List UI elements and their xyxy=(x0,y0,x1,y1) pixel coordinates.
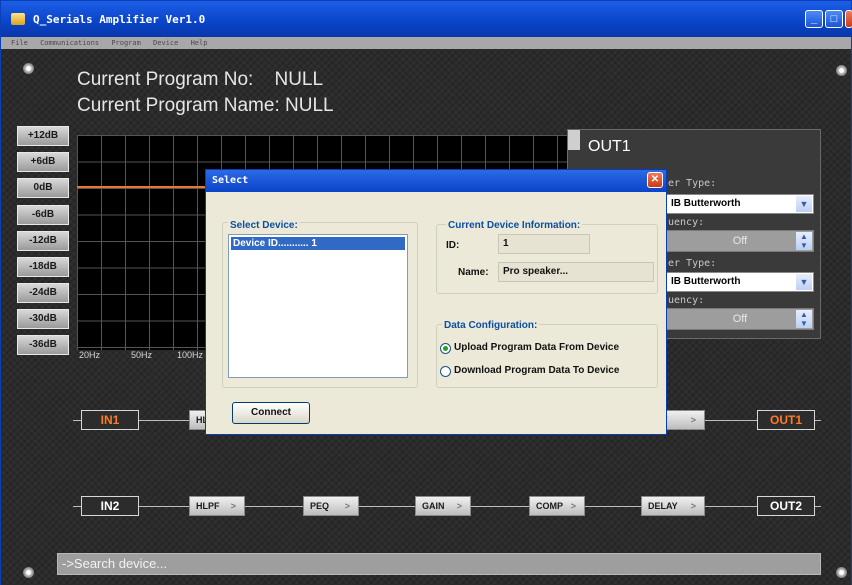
connect-button[interactable]: Connect xyxy=(232,402,310,424)
input-2-button[interactable]: IN2 xyxy=(81,496,139,516)
output-2-button[interactable]: OUT2 xyxy=(757,496,815,516)
menu-communications[interactable]: Communications xyxy=(40,39,99,47)
spinner-icon[interactable]: ▲ ▼ xyxy=(796,232,812,250)
db-button-0[interactable]: 0dB xyxy=(17,178,69,198)
arrow-icon: > xyxy=(690,501,696,511)
download-label[interactable]: Download Program Data To Device xyxy=(454,365,619,376)
spinner-icon[interactable]: ▲ ▼ xyxy=(796,310,812,328)
freq-label: 100Hz xyxy=(177,350,204,360)
id-field: 1 xyxy=(498,234,590,254)
select-dialog: Select ✕ Select Device: Device ID.......… xyxy=(205,169,667,435)
menu-file[interactable]: File xyxy=(11,39,28,47)
app-icon xyxy=(11,13,25,25)
arrow-icon: > xyxy=(570,501,576,511)
device-info-label: Current Device Information: xyxy=(446,220,583,231)
dialog-close-icon[interactable]: ✕ xyxy=(647,172,663,188)
program-name: Current Program Name: NULL xyxy=(77,95,334,116)
name-field: Pro speaker... xyxy=(498,262,654,282)
db-button-minus24[interactable]: -24dB xyxy=(17,283,69,303)
arrow-icon: > xyxy=(690,415,696,425)
id-label: ID: xyxy=(446,240,460,251)
chevron-down-icon[interactable]: ▼ xyxy=(796,196,812,212)
data-config-group xyxy=(436,324,658,388)
frequency-input[interactable]: Off ▲ ▼ xyxy=(666,230,814,252)
close-button[interactable] xyxy=(845,10,852,28)
maximize-button[interactable]: □ xyxy=(825,10,843,28)
db-button-minus18[interactable]: -18dB xyxy=(17,257,69,277)
menu-program[interactable]: Program xyxy=(111,39,141,47)
data-config-label: Data Configuration: xyxy=(442,320,540,331)
db-button-plus12[interactable]: +12dB xyxy=(17,126,69,146)
upload-radio[interactable] xyxy=(440,343,451,354)
device-list-item[interactable]: Device ID........... 1 xyxy=(231,237,405,250)
screw-icon xyxy=(836,567,847,578)
screw-icon xyxy=(23,567,34,578)
upload-label[interactable]: Upload Program Data From Device xyxy=(454,342,619,353)
output-name: OUT1 xyxy=(588,138,631,155)
output-1-button[interactable]: OUT1 xyxy=(757,410,815,430)
menu-device[interactable]: Device xyxy=(153,39,178,47)
main-window: Q_Serials Amplifier Ver1.0 _ □ File Comm… xyxy=(0,0,852,585)
download-radio[interactable] xyxy=(440,366,451,377)
input-1-button[interactable]: IN1 xyxy=(81,410,139,430)
menu-help[interactable]: Help xyxy=(191,39,208,47)
db-button-plus6[interactable]: +6dB xyxy=(17,152,69,172)
freq-label: 20Hz xyxy=(79,350,101,360)
arrow-icon: > xyxy=(344,501,350,511)
dialog-title: Select xyxy=(206,170,666,192)
gain-block[interactable]: GAIN > xyxy=(415,496,471,516)
db-button-minus30[interactable]: -30dB xyxy=(17,309,69,329)
hlpf-block[interactable]: HLPF > xyxy=(189,496,245,516)
filter-type-label: er Type: xyxy=(668,178,717,189)
screw-icon xyxy=(836,65,847,76)
name-label: Name: xyxy=(458,267,489,278)
delay-block[interactable]: DELAY > xyxy=(641,496,705,516)
peq-block[interactable]: PEQ > xyxy=(303,496,359,516)
program-number: Current Program No: NULL xyxy=(77,69,324,90)
filter-type-select[interactable]: IB Butterworth ▼ xyxy=(666,272,814,292)
freq-label: 50Hz xyxy=(131,350,153,360)
minimize-button[interactable]: _ xyxy=(805,10,823,28)
frequency-label: uency: xyxy=(668,217,705,228)
arrow-icon: > xyxy=(456,501,462,511)
chevron-down-icon[interactable]: ▼ xyxy=(796,274,812,290)
window-title: Q_Serials Amplifier Ver1.0 xyxy=(33,13,206,26)
menu-bar: File Communications Program Device Help xyxy=(1,37,851,49)
title-bar: Q_Serials Amplifier Ver1.0 _ □ xyxy=(1,1,852,37)
select-device-label: Select Device: xyxy=(228,220,300,231)
panel-tab xyxy=(568,130,580,150)
comp-block[interactable]: COMP > xyxy=(529,496,585,516)
frequency-input[interactable]: Off ▲ ▼ xyxy=(666,308,814,330)
search-device-field[interactable]: ->Search device... xyxy=(57,553,821,575)
arrow-icon: > xyxy=(230,501,236,511)
device-list[interactable]: Device ID........... 1 xyxy=(228,234,408,378)
filter-type-select[interactable]: IB Butterworth ▼ xyxy=(666,194,814,214)
frequency-label: uency: xyxy=(668,295,705,306)
filter-type-label: er Type: xyxy=(668,258,717,269)
screw-icon xyxy=(23,63,34,74)
db-button-minus36[interactable]: -36dB xyxy=(17,335,69,355)
db-button-minus6[interactable]: -6dB xyxy=(17,205,69,225)
db-button-minus12[interactable]: -12dB xyxy=(17,231,69,251)
eq-curve xyxy=(77,186,207,188)
